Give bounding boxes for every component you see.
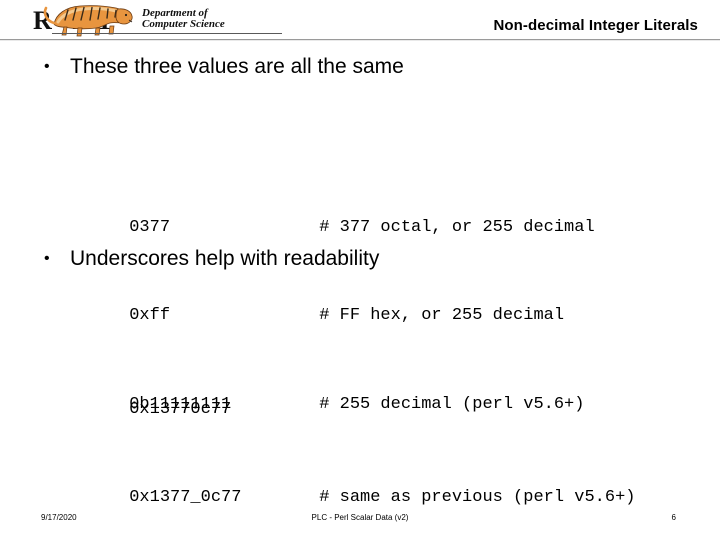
code-line: 0xff # FF hex, or 255 decimal — [68, 272, 595, 325]
slide-header: R I T — [0, 0, 720, 44]
code-literal: 0377 — [129, 217, 171, 237]
footer-deck-name: PLC - Perl Scalar Data (v2) — [311, 513, 409, 522]
bullet-item-2: • Underscores help with readability — [44, 246, 684, 272]
footer-page-number: 6 — [671, 513, 676, 522]
code-literal: 0x13770c77 — [129, 399, 232, 419]
bullet-text-1: These three values are all the same — [70, 55, 404, 78]
code-comment: # 377 octal, or 255 decimal — [319, 217, 595, 237]
header-divider — [0, 39, 720, 41]
slide-footer: 9/17/2020 PLC - Perl Scalar Data (v2) 6 — [0, 508, 720, 528]
logo-dept-line2: Computer Science — [142, 18, 225, 30]
code-line: 0x13770c77 — [68, 365, 635, 419]
bullet-text-2: Underscores help with readability — [70, 247, 380, 270]
rit-department-logo: R I T — [32, 2, 282, 38]
rit-tiger-logo-icon: R I T — [33, 5, 282, 37]
code-block-2: 0x13770c77 0x1377_0c77 # same as previous… — [68, 306, 635, 542]
code-line: 0x1377_0c77 # same as previous (perl v5.6… — [68, 454, 635, 507]
bullet-marker-icon: • — [44, 58, 50, 75]
slide-content: • These three values are all the same 037… — [0, 44, 720, 507]
page-title: Non-decimal Integer Literals — [493, 17, 698, 34]
bullet-item-1: • These three values are all the same — [44, 54, 684, 80]
code-line: 0377 # 377 octal, or 255 decimal — [68, 183, 594, 237]
bullet-marker-icon: • — [44, 250, 50, 267]
